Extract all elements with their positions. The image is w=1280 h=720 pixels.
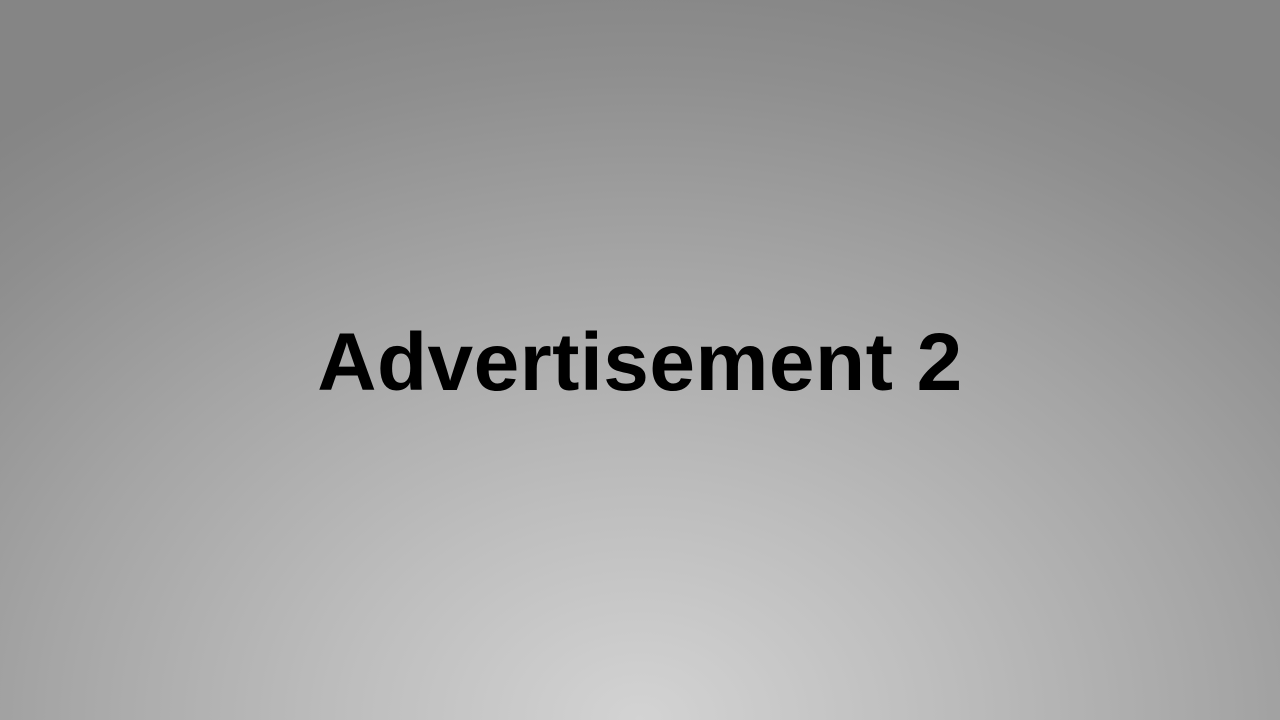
- advertisement-title: Advertisement 2: [317, 317, 963, 408]
- advertisement-slide: Advertisement 2: [0, 0, 1280, 720]
